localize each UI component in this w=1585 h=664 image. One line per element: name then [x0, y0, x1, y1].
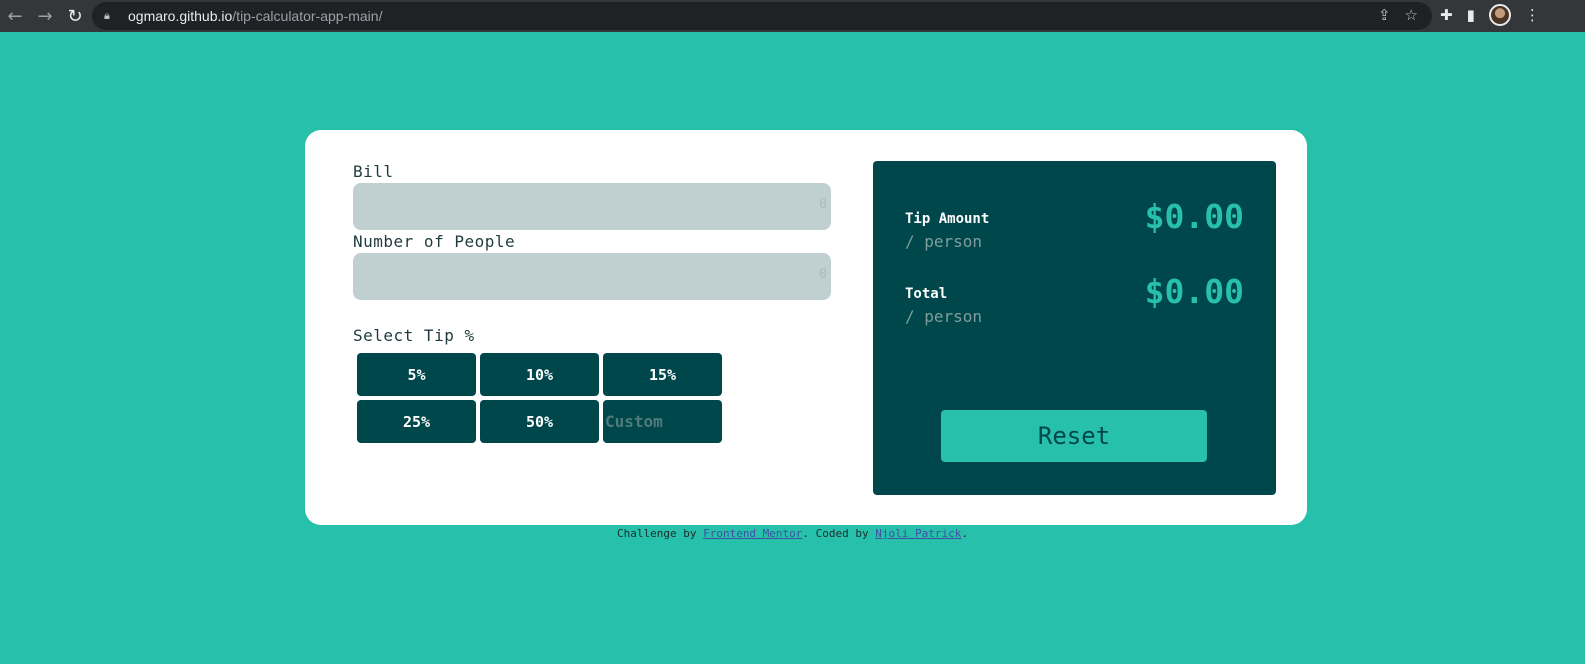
- star-icon[interactable]: ☆: [1405, 6, 1418, 24]
- tip-amount-title: Tip Amount: [905, 211, 990, 227]
- bill-label: Bill: [353, 162, 394, 181]
- total-value: $0.00: [1144, 272, 1244, 311]
- address-bar[interactable]: 🔒︎ ogmaro.github.io /tip-calculator-app-…: [92, 2, 1432, 30]
- attribution-footer: Challenge by Frontend Mentor. Coded by N…: [0, 527, 1585, 540]
- footer-prefix: Challenge by: [616, 527, 704, 540]
- calculator-card: Bill 0 Number of People 0 Select Tip % 5…: [305, 130, 1307, 525]
- profile-avatar[interactable]: [1488, 4, 1511, 26]
- tip-50-button[interactable]: 50%: [480, 400, 599, 443]
- tip-label: Select Tip %: [353, 326, 475, 345]
- total-sub: / person: [905, 307, 983, 326]
- frontend-mentor-link[interactable]: Frontend Mentor: [703, 527, 802, 540]
- bill-input[interactable]: 0: [353, 183, 831, 230]
- tip-options: 5% 10% 15% 25% 50% Custom: [357, 353, 722, 443]
- author-link[interactable]: Njoli Patrick: [875, 527, 961, 540]
- people-label: Number of People: [353, 232, 516, 251]
- people-input[interactable]: 0: [353, 253, 831, 300]
- back-icon[interactable]: ←: [0, 6, 30, 27]
- menu-icon[interactable]: ⋮: [1525, 6, 1540, 24]
- tip-25-button[interactable]: 25%: [357, 400, 476, 443]
- footer-suffix: .: [961, 527, 968, 540]
- forward-icon[interactable]: →: [30, 6, 60, 27]
- url-host: ogmaro.github.io: [128, 8, 233, 24]
- tip-5-button[interactable]: 5%: [357, 353, 476, 396]
- reload-icon[interactable]: ↻: [60, 6, 90, 27]
- share-icon[interactable]: ⇪: [1378, 6, 1391, 24]
- footer-middle: . Coded by: [802, 527, 876, 540]
- tip-10-button[interactable]: 10%: [480, 353, 599, 396]
- browser-toolbar: ← → ↻ 🔒︎ ogmaro.github.io /tip-calculato…: [0, 0, 1585, 32]
- reset-button[interactable]: Reset: [941, 410, 1207, 462]
- bill-placeholder: 0: [819, 197, 827, 212]
- results-panel: Tip Amount / person $0.00 Total / person…: [873, 161, 1276, 495]
- side-panel-icon[interactable]: ▮: [1467, 6, 1475, 24]
- total-title: Total: [905, 286, 948, 302]
- url-path: /tip-calculator-app-main/: [232, 8, 383, 24]
- lock-icon: 🔒︎: [104, 9, 110, 22]
- tip-amount-value: $0.00: [1144, 197, 1244, 236]
- tip-15-button[interactable]: 15%: [603, 353, 722, 396]
- custom-tip-input[interactable]: Custom: [603, 400, 722, 443]
- extensions-icon[interactable]: ✚: [1440, 6, 1453, 24]
- people-placeholder: 0: [819, 267, 827, 282]
- tip-amount-sub: / person: [905, 232, 983, 251]
